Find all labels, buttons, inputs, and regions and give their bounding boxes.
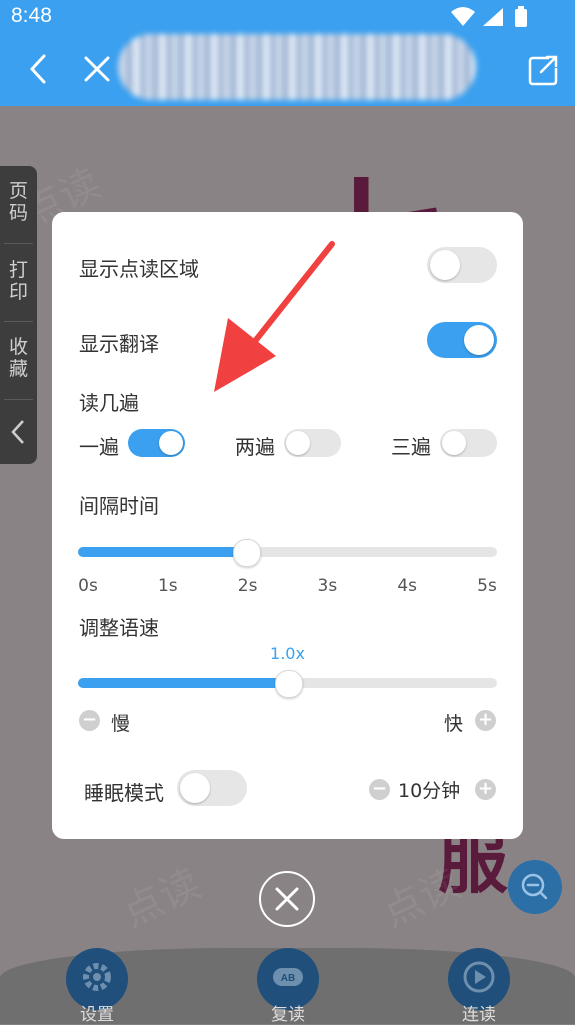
battery-icon [515, 9, 527, 27]
divider [4, 243, 33, 244]
repeat-once-label: 一遍 [79, 435, 119, 459]
repeat-read-label: 复读 [271, 1005, 305, 1025]
show-area-label: 显示点读区域 [79, 257, 199, 281]
svg-text:AB: AB [281, 973, 295, 984]
sleep-time-value: 10分钟 [398, 780, 461, 802]
repeat-thrice-toggle[interactable] [440, 429, 497, 457]
show-translation-toggle[interactable] [427, 322, 497, 358]
close-icon [275, 887, 299, 911]
signal-icon [483, 8, 503, 26]
watermark: 点读 [115, 860, 208, 937]
side-item-page-number[interactable]: 页 码 [0, 180, 37, 224]
share-icon[interactable] [527, 54, 559, 86]
divider [4, 321, 33, 322]
status-time: 8:48 [11, 4, 52, 27]
interval-tick-label: 5s [477, 576, 497, 596]
continuous-read-label: 连读 [462, 1005, 496, 1025]
top-bar [0, 32, 575, 106]
interval-tick-label: 4s [397, 576, 418, 596]
slow-label: 慢 [111, 713, 131, 735]
repeat-title: 读几遍 [79, 391, 139, 415]
show-area-toggle[interactable] [427, 247, 497, 283]
interval-tick-label: 3s [317, 576, 338, 596]
repeat-thrice-label: 三遍 [391, 435, 431, 459]
interval-slider-thumb[interactable] [232, 539, 261, 567]
side-panel: 页 码 打 印 收 藏 [0, 166, 37, 464]
interval-tick-label: 1s [157, 576, 178, 596]
speed-title: 调整语速 [79, 616, 159, 640]
status-icons [449, 6, 539, 32]
close-dialog-button[interactable] [259, 871, 315, 927]
speed-slider[interactable] [78, 670, 497, 698]
chevron-left-icon[interactable] [9, 418, 27, 446]
interval-slider-fill [78, 547, 246, 557]
wifi-icon [451, 7, 475, 26]
zoom-out-icon [521, 873, 548, 900]
status-bar: 8:48 [0, 0, 575, 32]
fast-label: 快 [444, 713, 464, 735]
interval-slider[interactable] [78, 539, 497, 567]
show-translation-label: 显示翻译 [79, 332, 159, 356]
divider [4, 399, 33, 400]
repeat-twice-toggle[interactable] [284, 429, 341, 457]
settings-label: 设置 [80, 1005, 114, 1025]
speed-value-label: 1.0x [270, 644, 305, 663]
repeat-twice-label: 两遍 [235, 435, 275, 459]
annotation-arrow [214, 241, 335, 392]
side-item-print[interactable]: 打 印 [0, 259, 37, 303]
blurred-title [118, 34, 476, 100]
plus-icon[interactable]: + [475, 779, 496, 800]
side-item-favorite[interactable]: 收 藏 [0, 336, 37, 380]
minus-icon[interactable]: − [369, 779, 390, 800]
sleep-mode-label: 睡眠模式 [84, 781, 164, 805]
close-icon[interactable] [82, 54, 112, 84]
sleep-mode-toggle[interactable] [177, 770, 247, 806]
speed-slider-thumb[interactable] [274, 670, 303, 698]
plus-icon[interactable]: + [475, 710, 496, 731]
repeat-once-toggle[interactable] [128, 429, 185, 457]
interval-tick-label: 2s [237, 576, 258, 596]
speed-slider-fill [78, 678, 288, 688]
interval-title: 间隔时间 [79, 494, 159, 518]
zoom-button[interactable] [508, 860, 562, 914]
bottom-toolbar: 设置 AB 复读 连读 [0, 948, 575, 1025]
minus-icon[interactable]: − [79, 710, 100, 731]
interval-tick-label: 0s [78, 576, 98, 596]
chevron-left-icon[interactable] [24, 52, 54, 86]
